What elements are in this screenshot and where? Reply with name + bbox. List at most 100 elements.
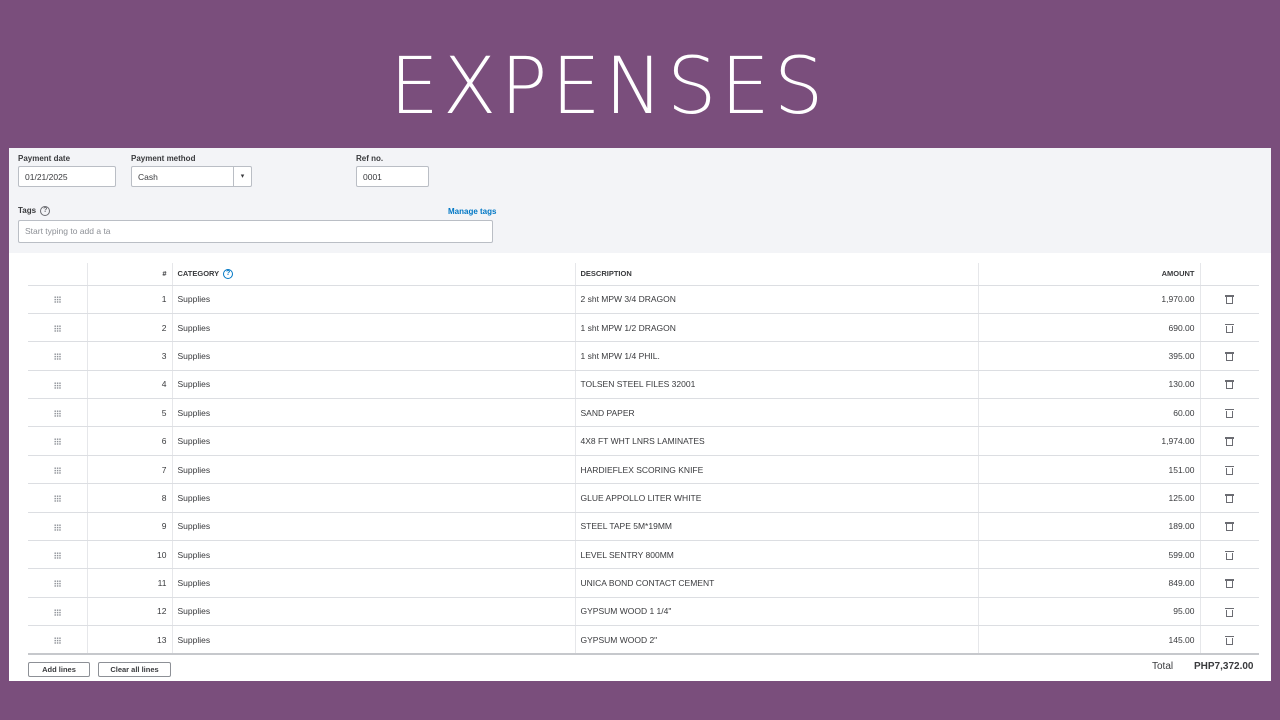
category-cell[interactable]: Supplies: [172, 426, 576, 456]
category-cell[interactable]: Supplies: [172, 313, 576, 343]
amount-cell[interactable]: 151.00: [978, 455, 1201, 485]
trash-icon[interactable]: [1225, 635, 1235, 645]
delete-cell[interactable]: [1200, 426, 1259, 456]
drag-handle-cell[interactable]: [28, 512, 88, 542]
drag-handle-icon[interactable]: [53, 324, 61, 332]
trash-icon[interactable]: [1225, 579, 1235, 589]
delete-cell[interactable]: [1200, 568, 1259, 598]
ref-no-input[interactable]: 0001: [356, 166, 429, 187]
clear-all-lines-button[interactable]: Clear all lines: [98, 662, 171, 677]
payment-date-input[interactable]: 01/21/2025: [18, 166, 116, 187]
amount-cell[interactable]: 599.00: [978, 540, 1201, 570]
table-row[interactable]: 4 Supplies TOLSEN STEEL FILES 32001 130.00: [28, 370, 1259, 400]
amount-cell[interactable]: 1,974.00: [978, 426, 1201, 456]
drag-handle-cell[interactable]: [28, 313, 88, 343]
trash-icon[interactable]: [1225, 295, 1235, 305]
manage-tags-link[interactable]: Manage tags: [448, 207, 496, 216]
amount-cell[interactable]: 189.00: [978, 512, 1201, 542]
drag-handle-icon[interactable]: [53, 608, 61, 616]
category-cell[interactable]: Supplies: [172, 370, 576, 400]
amount-cell[interactable]: 125.00: [978, 483, 1201, 513]
delete-cell[interactable]: [1200, 313, 1259, 343]
tags-input[interactable]: Start typing to add a ta: [18, 220, 493, 243]
trash-icon[interactable]: [1225, 607, 1235, 617]
amount-cell[interactable]: 60.00: [978, 398, 1201, 428]
amount-cell[interactable]: 130.00: [978, 370, 1201, 400]
delete-cell[interactable]: [1200, 483, 1259, 513]
drag-handle-cell[interactable]: [28, 568, 88, 598]
description-cell[interactable]: GLUE APPOLLO LITER WHITE: [575, 483, 979, 513]
description-cell[interactable]: GYPSUM WOOD 1 1/4": [575, 597, 979, 627]
drag-handle-icon[interactable]: [53, 381, 61, 389]
drag-handle-cell[interactable]: [28, 398, 88, 428]
description-cell[interactable]: STEEL TAPE 5M*19MM: [575, 512, 979, 542]
table-row[interactable]: 1 Supplies 2 sht MPW 3/4 DRAGON 1,970.00: [28, 285, 1259, 314]
drag-handle-cell[interactable]: [28, 540, 88, 570]
delete-cell[interactable]: [1200, 285, 1259, 314]
table-row[interactable]: 3 Supplies 1 sht MPW 1/4 PHIL. 395.00: [28, 341, 1259, 371]
drag-handle-icon[interactable]: [53, 353, 61, 361]
description-cell[interactable]: GYPSUM WOOD 2": [575, 625, 979, 656]
table-row[interactable]: 6 Supplies 4X8 FT WHT LNRS LAMINATES 1,974.…: [28, 426, 1259, 456]
trash-icon[interactable]: [1225, 550, 1235, 560]
drag-handle-icon[interactable]: [53, 466, 61, 474]
drag-handle-cell[interactable]: [28, 426, 88, 456]
amount-cell[interactable]: 395.00: [978, 341, 1201, 371]
amount-cell[interactable]: 95.00: [978, 597, 1201, 627]
payment-method-select[interactable]: Cash ▾: [131, 166, 252, 187]
table-row[interactable]: 2 Supplies 1 sht MPW 1/2 DRAGON 690.00: [28, 313, 1259, 343]
trash-icon[interactable]: [1225, 352, 1235, 362]
help-icon[interactable]: ?: [223, 268, 234, 279]
description-cell[interactable]: 2 sht MPW 3/4 DRAGON: [575, 285, 979, 314]
table-row[interactable]: 8 Supplies GLUE APPOLLO LITER WHITE 125.00: [28, 483, 1259, 513]
category-cell[interactable]: Supplies: [172, 540, 576, 570]
drag-handle-cell[interactable]: [28, 455, 88, 485]
amount-cell[interactable]: 690.00: [978, 313, 1201, 343]
trash-icon[interactable]: [1225, 323, 1235, 333]
delete-cell[interactable]: [1200, 597, 1259, 627]
delete-cell[interactable]: [1200, 341, 1259, 371]
drag-handle-cell[interactable]: [28, 285, 88, 314]
description-cell[interactable]: HARDIEFLEX SCORING KNIFE: [575, 455, 979, 485]
category-cell[interactable]: Supplies: [172, 285, 576, 314]
table-row[interactable]: 10 Supplies LEVEL SENTRY 800MM 599.00: [28, 540, 1259, 570]
drag-handle-cell[interactable]: [28, 625, 88, 656]
drag-handle-cell[interactable]: [28, 597, 88, 627]
table-row[interactable]: 13 Supplies GYPSUM WOOD 2" 145.00: [28, 625, 1259, 656]
drag-handle-cell[interactable]: [28, 370, 88, 400]
table-row[interactable]: 12 Supplies GYPSUM WOOD 1 1/4" 95.00: [28, 597, 1259, 627]
delete-cell[interactable]: [1200, 512, 1259, 542]
drag-handle-icon[interactable]: [53, 551, 61, 559]
trash-icon[interactable]: [1225, 380, 1235, 390]
drag-handle-icon[interactable]: [53, 580, 61, 588]
description-cell[interactable]: 4X8 FT WHT LNRS LAMINATES: [575, 426, 979, 456]
delete-cell[interactable]: [1200, 540, 1259, 570]
add-lines-button[interactable]: Add lines: [28, 662, 90, 677]
description-cell[interactable]: UNICA BOND CONTACT CEMENT: [575, 568, 979, 598]
drag-handle-cell[interactable]: [28, 341, 88, 371]
description-cell[interactable]: LEVEL SENTRY 800MM: [575, 540, 979, 570]
drag-handle-icon[interactable]: [53, 495, 61, 503]
drag-handle-cell[interactable]: [28, 483, 88, 513]
drag-handle-icon[interactable]: [53, 523, 61, 531]
category-cell[interactable]: Supplies: [172, 455, 576, 485]
category-cell[interactable]: Supplies: [172, 512, 576, 542]
amount-cell[interactable]: 1,970.00: [978, 285, 1201, 314]
trash-icon[interactable]: [1225, 465, 1235, 475]
trash-icon[interactable]: [1225, 522, 1235, 532]
drag-handle-icon[interactable]: [53, 636, 61, 644]
description-cell[interactable]: 1 sht MPW 1/4 PHIL.: [575, 341, 979, 371]
chevron-down-icon[interactable]: ▾: [233, 167, 251, 186]
drag-handle-icon[interactable]: [53, 296, 61, 304]
category-cell[interactable]: Supplies: [172, 597, 576, 627]
table-row[interactable]: 9 Supplies STEEL TAPE 5M*19MM 189.00: [28, 512, 1259, 542]
delete-cell[interactable]: [1200, 625, 1259, 656]
description-cell[interactable]: TOLSEN STEEL FILES 32001: [575, 370, 979, 400]
table-row[interactable]: 7 Supplies HARDIEFLEX SCORING KNIFE 151.00: [28, 455, 1259, 485]
trash-icon[interactable]: [1225, 494, 1235, 504]
amount-cell[interactable]: 145.00: [978, 625, 1201, 656]
delete-cell[interactable]: [1200, 455, 1259, 485]
trash-icon[interactable]: [1225, 437, 1235, 447]
category-cell[interactable]: Supplies: [172, 568, 576, 598]
category-cell[interactable]: Supplies: [172, 341, 576, 371]
